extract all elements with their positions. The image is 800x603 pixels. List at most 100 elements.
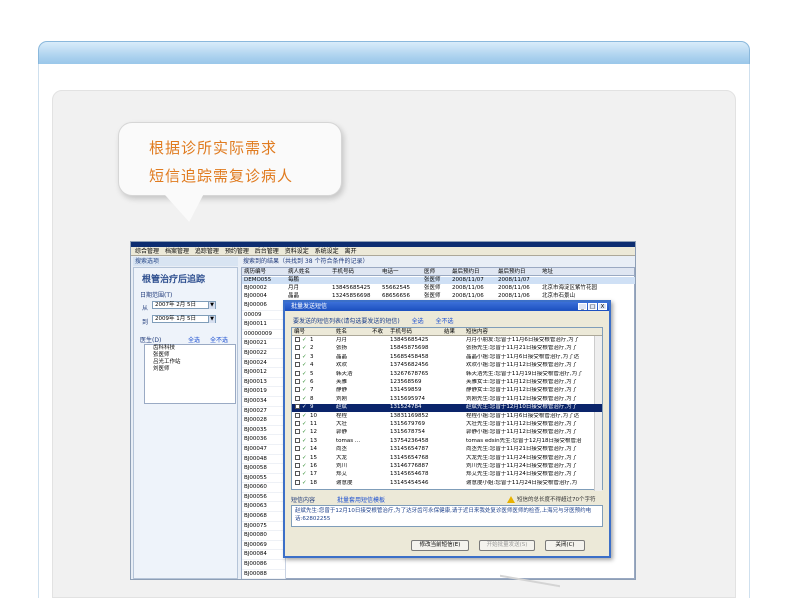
col-header[interactable]: 短信内容 [466, 328, 488, 336]
id-cell[interactable]: BJ00011 [242, 320, 285, 330]
row-checkbox[interactable] [295, 362, 300, 368]
id-cell[interactable]: 00000009 [242, 330, 285, 340]
id-cell[interactable]: BJ00056 [242, 493, 285, 503]
table-row[interactable]: BJ00002 月月 13845685425 55662545 张医师 2008… [242, 285, 635, 292]
col-header[interactable]: 最后预约日 [452, 268, 480, 276]
col-header[interactable]: 最后预约日 [498, 268, 526, 276]
col-header[interactable]: 电话一 [382, 268, 399, 276]
sms-row[interactable]: ✓ 13 tomas ... 13754236458 tomas edsin先生:您曾于… [292, 437, 602, 446]
menu-item[interactable]: 综合管理 [135, 247, 159, 256]
id-cell[interactable]: BJ00055 [242, 474, 285, 484]
close-icon[interactable]: X [598, 303, 607, 310]
select-all-link[interactable]: 全选 [188, 335, 200, 344]
from-date-picker[interactable]: 2007年 2月 5日 ▼ [152, 301, 216, 309]
col-header[interactable]: 医师 [424, 268, 435, 276]
id-cell[interactable]: BJ00084 [242, 550, 285, 561]
deselect-all-link[interactable]: 全不选 [436, 318, 454, 325]
minimize-icon[interactable]: _ [578, 303, 587, 310]
row-checkbox[interactable] [295, 379, 300, 384]
sms-row[interactable]: ✓ 17 郑艾 13145654678 郑艾先生:您曾于11月24日接受根管治疗,为了 [292, 471, 602, 479]
col-header[interactable]: 结果 [444, 328, 455, 336]
id-cell[interactable]: BJ00069 [242, 541, 285, 551]
id-cell[interactable]: BJ00080 [242, 531, 285, 541]
id-cell[interactable]: BJ00036 [242, 435, 285, 445]
id-cell[interactable]: BJ00006 [242, 301, 285, 311]
to-date-picker[interactable]: 2009年 1月 5日 ▼ [152, 315, 216, 323]
close-button[interactable]: 关闭(C) [545, 540, 585, 551]
select-all-link[interactable]: 全选 [412, 318, 424, 325]
row-checkbox[interactable] [295, 387, 300, 393]
id-cell[interactable]: BJ00058 [242, 464, 285, 474]
row-checkbox[interactable] [295, 446, 300, 452]
menu-item[interactable]: 后台管理 [255, 247, 279, 256]
sms-row[interactable]: ✓ 15 大龙 13145654768 大龙先生:您曾于11月24日接受根管治疗,为了 [292, 454, 602, 463]
sms-row[interactable]: ✓ 2 张扬 15845875698 张扬先生:您曾于11月21日接受根管治疗,为了 [292, 345, 602, 353]
id-cell[interactable]: BJ00024 [242, 359, 285, 369]
col-header[interactable]: 姓名 [336, 328, 347, 336]
id-cell[interactable]: BJ00063 [242, 502, 285, 513]
row-checkbox[interactable] [295, 412, 300, 418]
row-checkbox[interactable] [295, 370, 300, 376]
table-row[interactable]: DEMO055 每鹏 张医师 2008/11/07 2008/11/07 [242, 277, 635, 284]
row-checkbox[interactable] [295, 437, 300, 443]
sms-row[interactable]: ✓ 5 韩天浩 13267678765 韩天浩先生:您曾于11月19日接受根管治疗,为了 [292, 370, 602, 379]
id-cell[interactable]: BJ00048 [242, 455, 285, 465]
tree-item[interactable]: 张医师 [145, 352, 235, 359]
id-cell[interactable]: BJ00019 [242, 387, 285, 397]
row-checkbox[interactable] [295, 454, 300, 460]
menu-item[interactable]: 档案管理 [165, 247, 189, 256]
id-cell[interactable]: BJ00088 [242, 570, 285, 579]
menu-item[interactable]: 预约管理 [225, 247, 249, 256]
row-checkbox[interactable] [295, 429, 300, 435]
id-cell[interactable]: BJ00021 [242, 339, 285, 349]
tree-item[interactable]: 吕光工作站 [145, 359, 235, 366]
col-header[interactable]: 手机号码 [332, 268, 354, 276]
tree-item[interactable]: 刘医师 [145, 366, 235, 373]
col-header[interactable]: 地址 [542, 268, 553, 276]
row-checkbox[interactable] [295, 404, 300, 410]
sms-row[interactable]: ✓ 10 程程 13831169852 程程小姐:您曾于11月6日接受根管治疗,为了达 [292, 412, 602, 421]
row-checkbox[interactable] [295, 345, 300, 351]
id-cell[interactable]: BJ00035 [242, 426, 285, 436]
apply-template-link[interactable]: 批量套用短信模板 [337, 495, 385, 504]
tree-item[interactable]: 齿科科技 [145, 345, 235, 352]
sms-row[interactable]: ✓ 14 尚丞 13145654787 尚丞先生:您曾于11月21日接受根管治疗,为了 [292, 446, 602, 454]
id-cell[interactable]: BJ00034 [242, 397, 285, 407]
id-cell[interactable]: BJ00022 [242, 349, 285, 359]
row-checkbox[interactable] [295, 395, 300, 401]
sms-row[interactable]: ✓ 12 郭静 1315678754 郭静小姐:您曾于11月12日接受根管治疗,为了 [292, 429, 602, 437]
menu-item[interactable]: 资料设定 [285, 247, 309, 256]
col-header[interactable]: 手机号码 [390, 328, 412, 336]
row-checkbox[interactable] [295, 353, 300, 359]
table-row[interactable]: BJ00004 晶晶 13245856698 68656656 张医师 2008… [242, 293, 635, 300]
sms-row[interactable]: ✓ 6 芙雅 123568569 芙雅女士:您曾于11月12日接受根管治疗,为了 [292, 379, 602, 387]
row-checkbox[interactable] [295, 463, 300, 468]
row-checkbox[interactable] [295, 337, 300, 342]
dropdown-arrow-icon[interactable]: ▼ [208, 316, 215, 323]
menu-item[interactable]: 系统设定 [315, 247, 339, 256]
row-checkbox[interactable] [295, 479, 300, 485]
sms-row[interactable]: ✓ 7 静静 131459859 静静女士:您曾于11月12日接受根管治疗,为了 [292, 387, 602, 395]
row-checkbox[interactable] [295, 421, 300, 426]
id-cell[interactable]: BJ00086 [242, 560, 285, 570]
menu-item[interactable]: 追踪管理 [195, 247, 219, 256]
row-checkbox[interactable] [295, 471, 300, 477]
col-header[interactable]: 病人姓名 [288, 268, 310, 276]
col-header[interactable]: 不收 [372, 328, 383, 336]
start-send-button[interactable]: 开始批量发送(S) [479, 540, 535, 551]
id-cell[interactable]: 00009 [242, 311, 285, 321]
maximize-icon[interactable]: □ [588, 303, 597, 310]
id-cell[interactable]: BJ00027 [242, 407, 285, 417]
sms-row[interactable]: ✓ 9 赵斌 131524784 赵斌先生:您曾于12月10日接受根管治疗,为了 [292, 404, 602, 412]
id-cell[interactable]: BJ00047 [242, 445, 285, 455]
col-header[interactable]: 编号 [294, 328, 305, 336]
id-cell[interactable]: BJ00013 [242, 378, 285, 388]
edit-message-button[interactable]: 修改当前短信(E) [411, 540, 469, 551]
id-cell[interactable]: BJ00068 [242, 512, 285, 522]
sms-row[interactable]: ✓ 11 大壮 1315679769 大壮先生:您曾于11月12日接受根管治疗,为了 [292, 421, 602, 429]
id-cell[interactable]: BJ00075 [242, 522, 285, 532]
deselect-all-link[interactable]: 全不选 [210, 335, 228, 344]
sms-row[interactable]: ✓ 16 刘川 13146776887 刘川先生:您曾于11月24日接受根管治疗,为了 [292, 463, 602, 471]
id-cell[interactable]: BJ00012 [242, 368, 285, 378]
id-cell[interactable]: BJ00060 [242, 483, 285, 493]
